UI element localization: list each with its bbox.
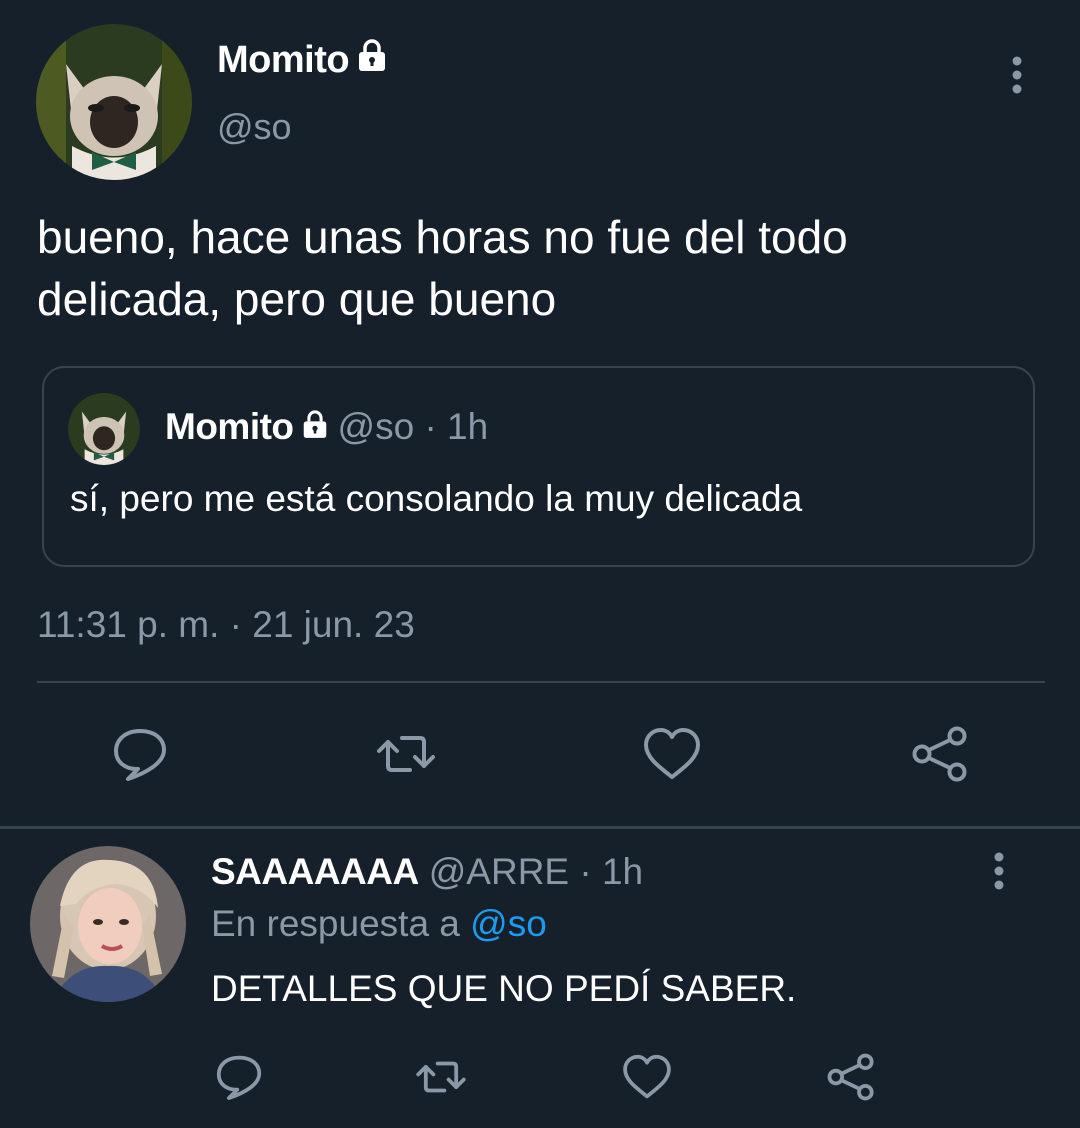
avatar-saaaaaaa[interactable] [30,846,186,1002]
quoted-tweet-card[interactable] [42,366,1035,567]
retweet-icon[interactable] [414,1050,468,1104]
reply-text: DETALLES QUE NO PEDÍ SABER. [211,968,797,1009]
like-icon[interactable] [640,722,704,786]
more-vertical-icon[interactable] [1000,54,1034,96]
main-display-name[interactable]: Momito [217,38,387,82]
divider [0,826,1080,829]
quoted-avatar [68,393,140,465]
divider [37,681,1045,683]
reply-display-name[interactable]: SAAAAAAA [211,851,419,893]
reply-context: En respuesta a @so [211,903,547,945]
share-icon[interactable] [908,722,972,786]
reply-icon[interactable] [108,722,172,786]
quoted-display-name: Momito [165,406,294,447]
quoted-text: sí, pero me está consolando la muy delic… [70,478,803,519]
tweet-text-line-2: delicada, pero que bueno [37,273,557,325]
quoted-header: Momito @so · 1h [165,406,488,448]
main-handle[interactable]: @so [217,106,292,148]
reply-icon[interactable] [212,1050,266,1104]
display-name-text[interactable]: Momito [217,39,350,82]
lock-icon [302,406,328,448]
tweet-timestamp[interactable]: 11:31 p. m. · 21 jun. 23 [37,604,415,646]
tweet-text-line-1: bueno, hace unas horas no fue del todo [37,211,848,263]
reply-header: SAAAAAAA @ARRE · 1h [211,851,643,893]
share-icon[interactable] [824,1050,878,1104]
lock-icon [357,38,387,82]
retweet-icon[interactable] [374,722,438,786]
like-icon[interactable] [620,1050,674,1104]
reply-context-label: En respuesta a [211,903,460,944]
reply-mention-link[interactable]: @so [470,903,547,944]
quoted-handle-time: @so · 1h [337,406,489,447]
more-vertical-icon[interactable] [982,850,1016,892]
reply-handle-time: @ARRE · 1h [428,851,644,892]
avatar-momito[interactable] [36,24,192,180]
tweet-text: bueno, hace unas horas no fue del todo d… [37,206,1047,330]
